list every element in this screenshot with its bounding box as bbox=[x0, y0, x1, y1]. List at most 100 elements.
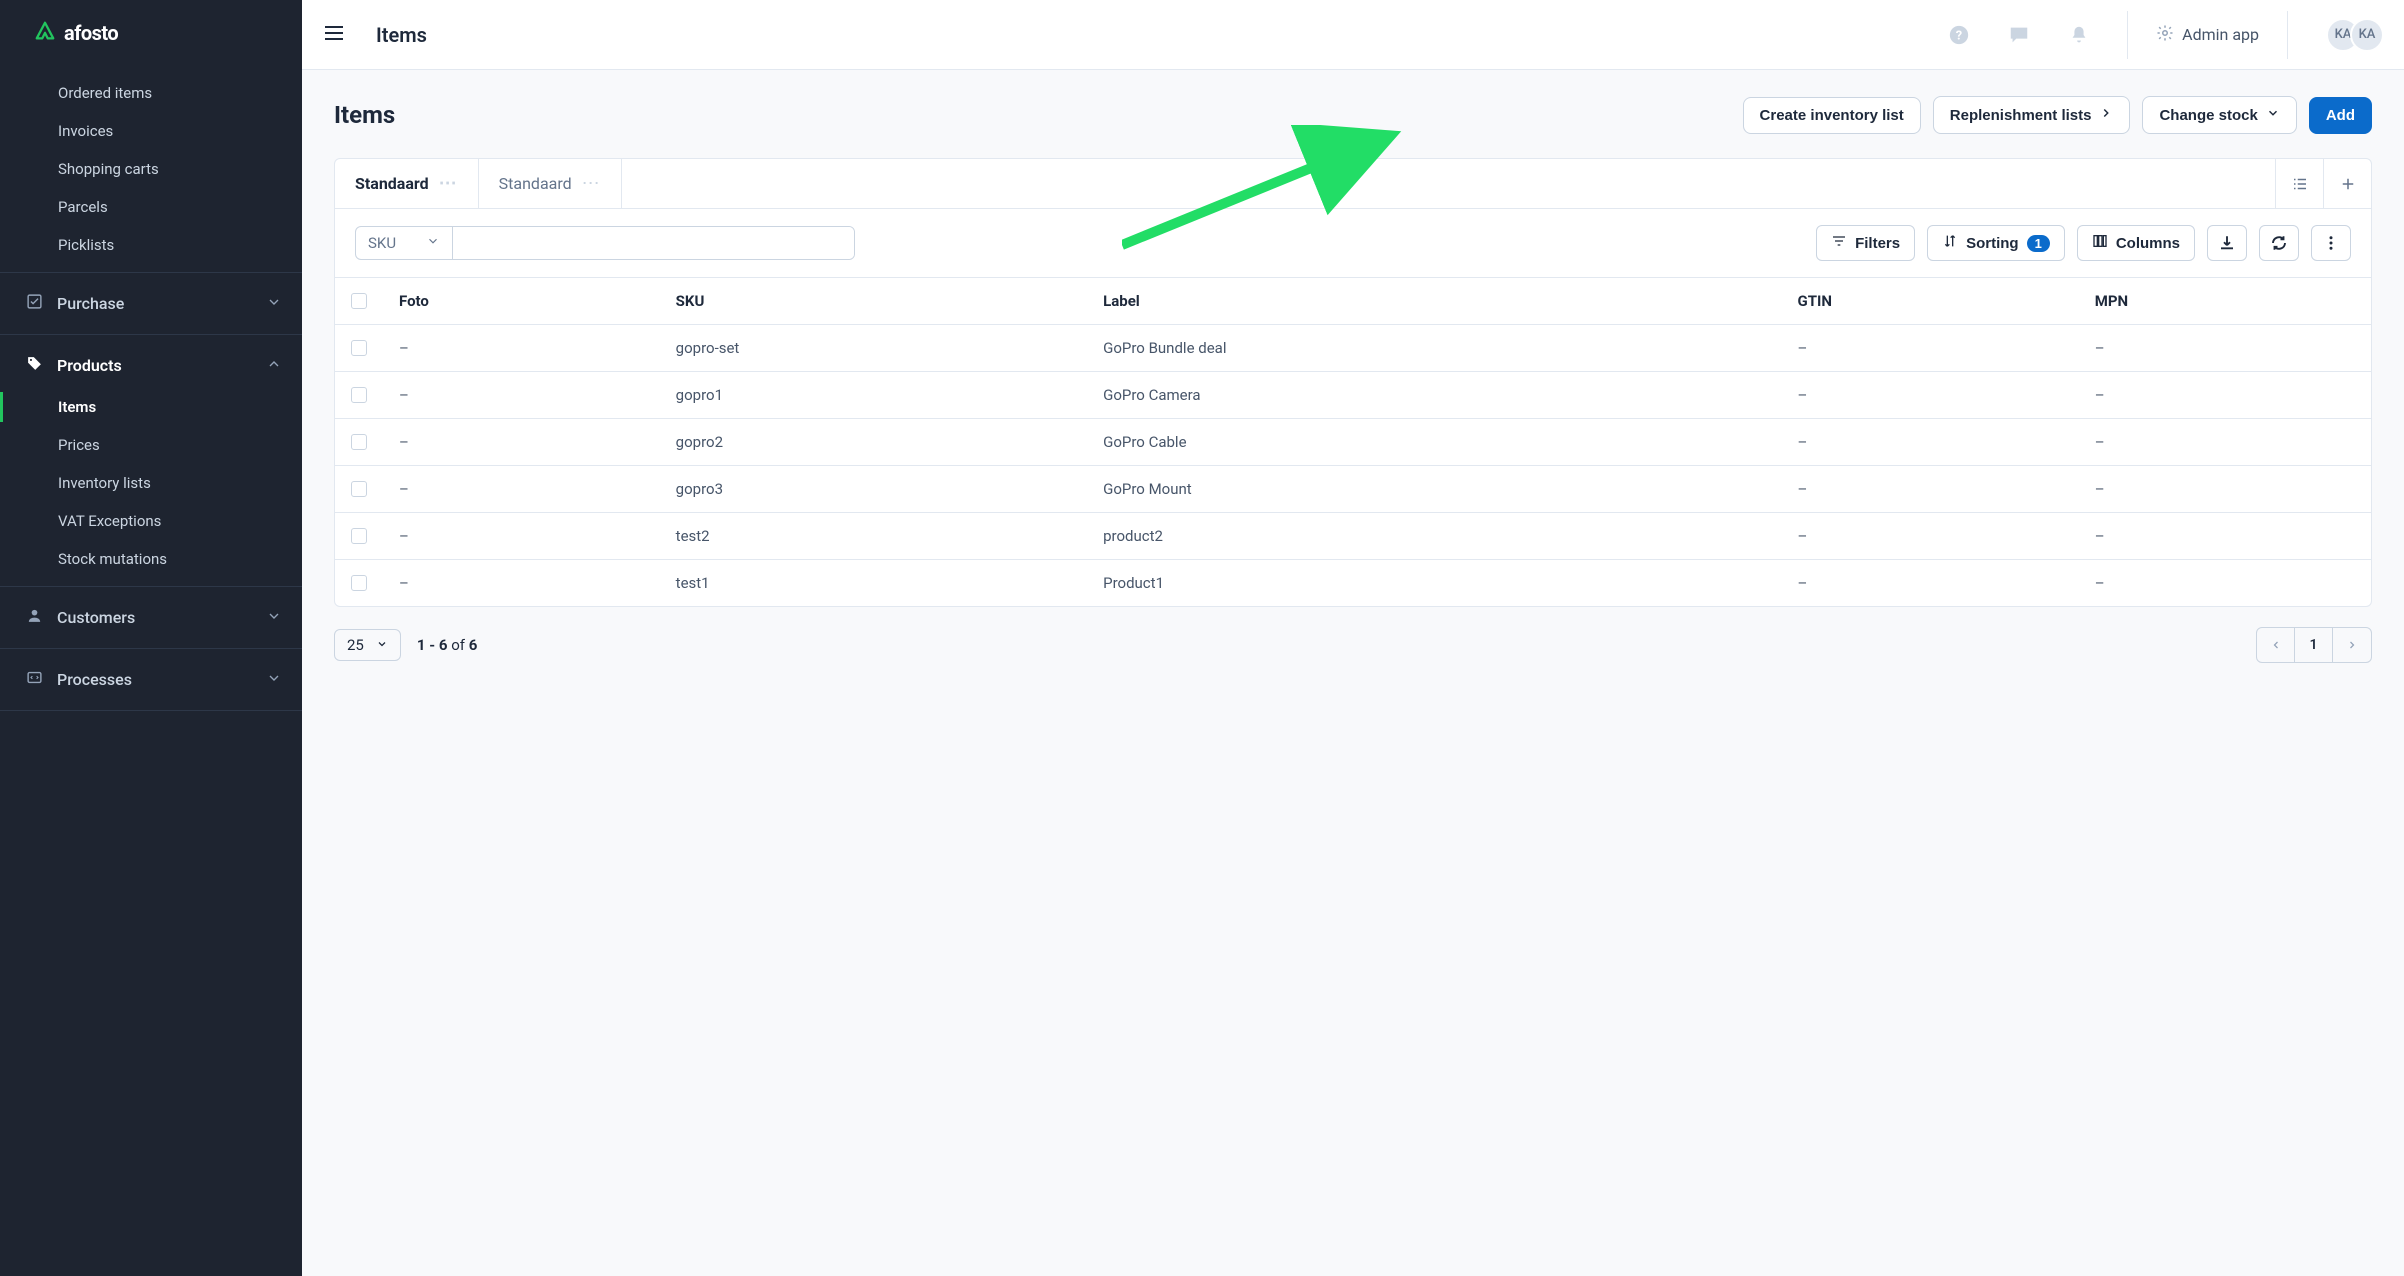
divider bbox=[2287, 11, 2288, 59]
replenishment-lists-button[interactable]: Replenishment lists bbox=[1933, 96, 2131, 134]
page-number[interactable]: 1 bbox=[2295, 628, 2333, 662]
cell-mpn: – bbox=[2079, 372, 2371, 419]
filters-button[interactable]: Filters bbox=[1816, 225, 1915, 261]
cell-mpn: – bbox=[2079, 466, 2371, 513]
sidebar-item-ordered-items[interactable]: Ordered items bbox=[0, 74, 302, 112]
prev-page-button[interactable] bbox=[2257, 628, 2295, 662]
cell-gtin: – bbox=[1781, 560, 2078, 607]
sidebar-item-shopping-carts[interactable]: Shopping carts bbox=[0, 150, 302, 188]
gear-icon bbox=[2156, 24, 2174, 46]
cell-foto: – bbox=[383, 419, 660, 466]
cell-gtin: – bbox=[1781, 513, 2078, 560]
cell-foto: – bbox=[383, 325, 660, 372]
menu-icon[interactable] bbox=[322, 21, 346, 49]
cell-foto: – bbox=[383, 372, 660, 419]
next-page-button[interactable] bbox=[2333, 628, 2371, 662]
cell-foto: – bbox=[383, 513, 660, 560]
table-row[interactable]: –test1Product1–– bbox=[335, 560, 2371, 607]
page-title: Items bbox=[334, 101, 395, 129]
user-avatars[interactable]: KA KA bbox=[2326, 18, 2384, 52]
page-size-select[interactable]: 25 bbox=[334, 629, 401, 661]
chevron-up-icon bbox=[266, 356, 282, 376]
code-icon bbox=[26, 669, 43, 690]
sidebar-item-prices[interactable]: Prices bbox=[0, 426, 302, 464]
more-icon[interactable]: ⋯ bbox=[582, 173, 601, 194]
chevron-down-icon bbox=[266, 294, 282, 314]
row-checkbox[interactable] bbox=[351, 340, 367, 356]
table-row[interactable]: –gopro-setGoPro Bundle deal–– bbox=[335, 325, 2371, 372]
add-tab-icon[interactable] bbox=[2323, 159, 2371, 208]
cell-sku: gopro2 bbox=[660, 419, 1087, 466]
col-sku[interactable]: SKU bbox=[660, 278, 1087, 325]
sidebar-header-purchase[interactable]: Purchase bbox=[0, 281, 302, 326]
table-row[interactable]: –gopro2GoPro Cable–– bbox=[335, 419, 2371, 466]
chevron-down-icon bbox=[266, 670, 282, 690]
table-row[interactable]: –gopro1GoPro Camera–– bbox=[335, 372, 2371, 419]
col-label[interactable]: Label bbox=[1087, 278, 1781, 325]
add-button[interactable]: Add bbox=[2309, 97, 2372, 134]
sidebar-item-stock-mutations[interactable]: Stock mutations bbox=[0, 540, 302, 578]
sidebar-item-parcels[interactable]: Parcels bbox=[0, 188, 302, 226]
col-mpn[interactable]: MPN bbox=[2079, 278, 2371, 325]
person-icon bbox=[26, 607, 43, 628]
more-icon[interactable]: ⋯ bbox=[439, 173, 458, 194]
processes-label: Processes bbox=[57, 670, 132, 689]
filter-icon bbox=[1831, 233, 1847, 253]
purchase-label: Purchase bbox=[57, 294, 124, 313]
cell-sku: test2 bbox=[660, 513, 1087, 560]
sidebar-header-customers[interactable]: Customers bbox=[0, 595, 302, 640]
search-input[interactable] bbox=[453, 227, 854, 259]
tab-standaard-inactive[interactable]: Standaard ⋯ bbox=[479, 159, 622, 208]
help-icon[interactable]: ? bbox=[1939, 15, 1979, 55]
table-row[interactable]: –test2product2–– bbox=[335, 513, 2371, 560]
sorting-button[interactable]: Sorting 1 bbox=[1927, 225, 2065, 261]
sidebar-item-items[interactable]: Items bbox=[0, 388, 302, 426]
items-table: Foto SKU Label GTIN MPN –gopro-setGoPro … bbox=[335, 278, 2371, 606]
columns-button[interactable]: Columns bbox=[2077, 225, 2195, 261]
cell-label: GoPro Mount bbox=[1087, 466, 1781, 513]
download-button[interactable] bbox=[2207, 225, 2247, 261]
range-label: 1 - 6 of 6 bbox=[417, 636, 477, 654]
svg-text:?: ? bbox=[1956, 28, 1962, 43]
chat-icon[interactable] bbox=[1999, 15, 2039, 55]
list-view-icon[interactable] bbox=[2275, 159, 2323, 208]
tab-standaard-active[interactable]: Standaard ⋯ bbox=[335, 159, 479, 208]
brand-logo[interactable]: afosto bbox=[0, 0, 302, 66]
admin-app-link[interactable]: Admin app bbox=[2156, 24, 2259, 46]
cell-sku: gopro3 bbox=[660, 466, 1087, 513]
search-field-select[interactable]: SKU bbox=[356, 227, 453, 259]
col-gtin[interactable]: GTIN bbox=[1781, 278, 2078, 325]
cell-label: GoPro Camera bbox=[1087, 372, 1781, 419]
table-row[interactable]: –gopro3GoPro Mount–– bbox=[335, 466, 2371, 513]
brand-mark-icon bbox=[34, 20, 56, 46]
sidebar-header-products[interactable]: Products bbox=[0, 343, 302, 388]
nav-section-customers: Customers bbox=[0, 587, 302, 649]
kebab-menu-button[interactable] bbox=[2311, 225, 2351, 261]
columns-icon bbox=[2092, 233, 2108, 253]
sidebar-header-processes[interactable]: Processes bbox=[0, 657, 302, 702]
divider bbox=[2127, 11, 2128, 59]
nav-section-orders: Ordered items Invoices Shopping carts Pa… bbox=[0, 66, 302, 273]
sidebar-item-picklists[interactable]: Picklists bbox=[0, 226, 302, 264]
col-foto[interactable]: Foto bbox=[383, 278, 660, 325]
topbar: Items ? Admin app KA KA bbox=[302, 0, 2404, 70]
sku-select-label: SKU bbox=[368, 234, 396, 252]
row-checkbox[interactable] bbox=[351, 575, 367, 591]
cell-label: GoPro Bundle deal bbox=[1087, 325, 1781, 372]
change-stock-button[interactable]: Change stock bbox=[2142, 96, 2296, 134]
refresh-button[interactable] bbox=[2259, 225, 2299, 261]
customers-label: Customers bbox=[57, 608, 135, 627]
sidebar-item-vat-exceptions[interactable]: VAT Exceptions bbox=[0, 502, 302, 540]
cell-sku: test1 bbox=[660, 560, 1087, 607]
row-checkbox[interactable] bbox=[351, 528, 367, 544]
select-all-checkbox[interactable] bbox=[351, 293, 367, 309]
bell-icon[interactable] bbox=[2059, 15, 2099, 55]
row-checkbox[interactable] bbox=[351, 434, 367, 450]
sidebar-item-inventory-lists[interactable]: Inventory lists bbox=[0, 464, 302, 502]
create-inventory-button[interactable]: Create inventory list bbox=[1743, 97, 1921, 134]
chevron-down-icon bbox=[426, 234, 440, 252]
row-checkbox[interactable] bbox=[351, 387, 367, 403]
sidebar-item-invoices[interactable]: Invoices bbox=[0, 112, 302, 150]
row-checkbox[interactable] bbox=[351, 481, 367, 497]
cell-mpn: – bbox=[2079, 513, 2371, 560]
